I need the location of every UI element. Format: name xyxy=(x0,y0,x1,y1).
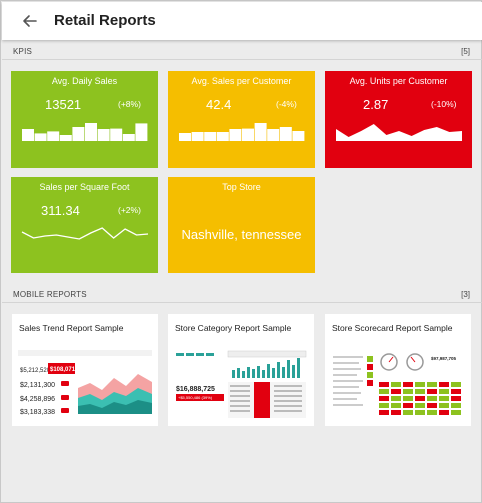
page-title: Retail Reports xyxy=(54,12,156,29)
sparkline-bar xyxy=(254,123,267,141)
kpis-divider xyxy=(2,59,482,60)
kpi-tile-avg-daily-sales[interactable]: Avg. Daily Sales 13521 (+8%) xyxy=(11,71,158,168)
kpi-sparkline xyxy=(336,124,462,141)
thumb-value: $4,258,896 xyxy=(20,396,55,403)
report-thumbnail: $97,987,705 xyxy=(331,348,465,420)
report-title: Sales Trend Report Sample xyxy=(19,323,124,333)
thumb-value: $5,212,520 xyxy=(20,368,51,374)
sparkline-path xyxy=(336,124,462,141)
kpi-tile-top-store[interactable]: Top Store Nashville, tennessee xyxy=(168,177,315,273)
kpis-section-count: [5] xyxy=(461,47,470,56)
report-card-store-scorecard[interactable]: Store Scorecard Report Sample $97,987,70… xyxy=(325,314,471,426)
sparkline-bar xyxy=(292,131,305,141)
kpi-title: Top Store xyxy=(222,182,261,192)
sparkline-bar xyxy=(97,129,110,141)
app-bar: Retail Reports xyxy=(2,2,482,40)
kpi-tile-sales-per-square-foot[interactable]: Sales per Square Foot 311.34 (+2%) xyxy=(11,177,158,273)
sparkline-bar xyxy=(110,128,123,141)
thumb-value: $97,987,705 xyxy=(431,356,457,361)
sparkline-bar xyxy=(47,131,60,141)
sparkline-bar xyxy=(122,134,135,141)
report-title: Store Scorecard Report Sample xyxy=(332,323,453,333)
thumb-value: $16,888,725 xyxy=(176,386,215,393)
report-card-store-category[interactable]: Store Category Report Sample $16,888,725… xyxy=(168,314,314,426)
sparkline-bar xyxy=(242,128,254,141)
sparkline-bar xyxy=(267,129,280,141)
sparkline-path xyxy=(21,227,149,240)
kpi-value: Nashville, tennessee xyxy=(181,227,302,242)
kpi-tile-avg-units-per-customer[interactable]: Avg. Units per Customer 2.87 (-10%) xyxy=(325,71,472,168)
reports-divider xyxy=(2,302,482,303)
thumb-badge: $108,071 xyxy=(50,367,76,373)
thumb-value: $3,183,338 xyxy=(20,409,55,416)
sparkline-bar xyxy=(279,127,292,141)
sparkline-bar xyxy=(85,123,97,141)
sparkline-bar xyxy=(216,132,229,141)
kpi-tile-avg-sales-per-customer[interactable]: Avg. Sales per Customer 42.4 (-4%) xyxy=(168,71,315,168)
sparkline-bar xyxy=(22,129,34,141)
back-arrow-icon[interactable] xyxy=(20,11,40,31)
kpi-sparkline xyxy=(22,123,148,141)
thumb-badge: +$5,550,486 (39%) xyxy=(178,395,213,400)
reports-section-count: [3] xyxy=(461,290,470,299)
sparkline-bar xyxy=(135,123,148,141)
sparkline-bar xyxy=(34,133,47,141)
reports-section-label: MOBILE REPORTS xyxy=(13,290,87,299)
report-thumbnail: $5,212,520 $108,071 $2,131,300 $4,258,89… xyxy=(18,348,152,420)
report-card-sales-trend[interactable]: Sales Trend Report Sample $5,212,520 $10… xyxy=(12,314,158,426)
kpis-section-label: KPIS xyxy=(13,47,33,56)
kpi-sparkline xyxy=(21,227,149,240)
thumb-value: $2,131,300 xyxy=(20,382,55,389)
sparkline-bar xyxy=(191,132,204,141)
kpi-sparkline xyxy=(179,123,305,141)
sparkline-bar xyxy=(72,127,85,141)
sparkline-bar xyxy=(179,133,191,141)
sparkline-bar xyxy=(59,135,72,141)
app-frame: Retail Reports KPIS [5] Avg. Daily Sales… xyxy=(0,0,482,503)
sparkline-bar xyxy=(204,132,217,141)
report-thumbnail: $16,888,725 +$5,550,486 (39%) xyxy=(174,348,308,420)
sparkline-bar xyxy=(229,129,242,141)
report-title: Store Category Report Sample xyxy=(175,323,292,333)
